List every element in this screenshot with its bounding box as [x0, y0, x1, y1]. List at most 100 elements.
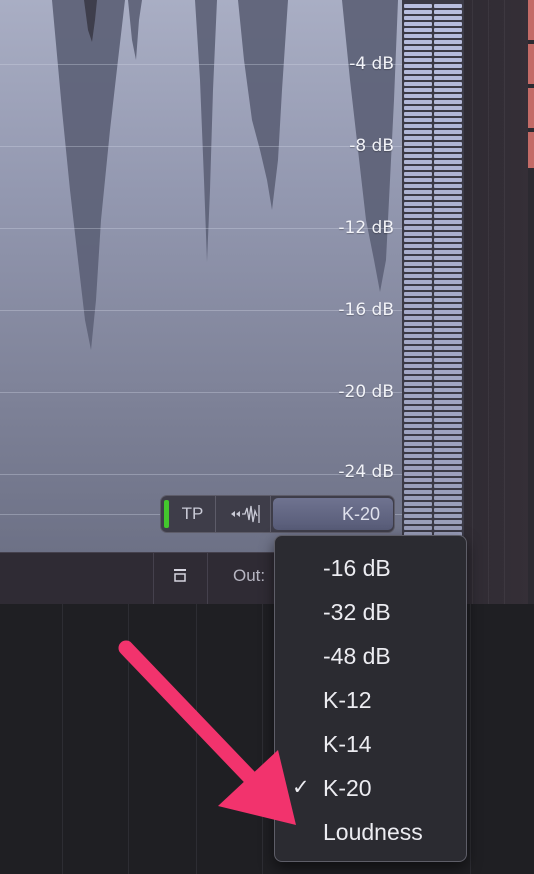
meter-segment	[404, 280, 432, 284]
meter-segment	[404, 454, 432, 458]
meter-segment	[434, 262, 462, 266]
menu-item-48db[interactable]: -48 dB	[275, 635, 468, 675]
meter-segment	[434, 34, 462, 38]
meter-segment	[434, 280, 462, 284]
waveform-button[interactable]	[217, 496, 271, 532]
menu-item-k12[interactable]: K-12	[275, 679, 468, 719]
meter-segment	[404, 328, 432, 332]
meter-segment	[434, 160, 462, 164]
menu-item-k14[interactable]: K-14	[275, 723, 468, 763]
meter-segment	[404, 358, 432, 362]
meter-segment	[404, 370, 432, 374]
meter-mode-bar: TP K-20	[160, 495, 395, 533]
level-meter	[402, 0, 464, 552]
meter-segment	[434, 502, 462, 506]
meter-segment	[434, 88, 462, 92]
menu-item-loudness[interactable]: Loudness	[275, 811, 468, 851]
meter-segment	[434, 166, 462, 170]
menu-item-label: -16 dB	[323, 555, 391, 581]
meter-segment	[434, 316, 462, 320]
menu-item-label: K-20	[323, 775, 372, 801]
panel-toggle-button[interactable]	[172, 568, 188, 584]
meter-segment	[434, 22, 462, 26]
meter-segment	[434, 142, 462, 146]
meter-segment	[434, 82, 462, 86]
meter-segment	[434, 172, 462, 176]
meter-segment	[404, 112, 432, 116]
meter-segment	[434, 130, 462, 134]
meter-segment	[404, 418, 432, 422]
meter-segment	[404, 388, 432, 392]
meter-segment	[404, 82, 432, 86]
meter-segment	[404, 256, 432, 260]
meter-segment	[434, 232, 462, 236]
meter-segment	[434, 310, 462, 314]
meter-segment	[434, 76, 462, 80]
meter-segment	[434, 328, 462, 332]
meter-segment	[404, 262, 432, 266]
meter-scale-dropdown[interactable]: K-20	[273, 498, 393, 530]
meter-segment	[404, 124, 432, 128]
meter-segment	[404, 130, 432, 134]
meter-segment	[434, 370, 462, 374]
meter-segment	[434, 352, 462, 356]
meter-segment	[434, 472, 462, 476]
menu-item-label: Loudness	[323, 819, 423, 845]
meter-segment	[404, 106, 432, 110]
meter-segment	[434, 436, 462, 440]
meter-segment	[404, 448, 432, 452]
meter-segment	[404, 268, 432, 272]
panel-toggle-icon	[174, 569, 186, 582]
meter-segment	[404, 436, 432, 440]
meter-segment	[404, 142, 432, 146]
meter-segment	[404, 514, 432, 518]
meter-segment	[404, 40, 432, 44]
meter-segment	[404, 184, 432, 188]
meter-segment	[404, 316, 432, 320]
meter-segment	[434, 514, 462, 518]
meter-segment	[404, 118, 432, 122]
check-icon: ✓	[292, 776, 310, 799]
meter-segment	[404, 64, 432, 68]
meter-segment	[434, 292, 462, 296]
meter-segment	[404, 286, 432, 290]
meter-segment	[404, 334, 432, 338]
meter-segment	[404, 10, 432, 14]
meter-segment	[434, 220, 462, 224]
menu-item-16db[interactable]: -16 dB	[275, 547, 468, 587]
meter-segment	[404, 136, 432, 140]
meter-segment	[404, 496, 432, 500]
meter-segment	[404, 244, 432, 248]
meter-segment	[434, 58, 462, 62]
meter-scale-menu: -16 dB -32 dB -48 dB K-12 K-14 ✓ K-20 Lo…	[274, 535, 467, 862]
meter-segment	[404, 16, 432, 20]
true-peak-led	[164, 500, 169, 528]
meter-segment	[434, 454, 462, 458]
meter-segment	[404, 292, 432, 296]
meter-segment	[434, 382, 462, 386]
scale-label: -12 dB	[338, 218, 394, 238]
output-label: Out:	[233, 566, 266, 585]
meter-segment	[404, 166, 432, 170]
meter-segment	[404, 214, 432, 218]
meter-segment	[404, 508, 432, 512]
meter-segment	[434, 16, 462, 20]
meter-segment	[434, 10, 462, 14]
meter-segment	[434, 64, 462, 68]
meter-segment	[404, 520, 432, 524]
meter-segment	[404, 46, 432, 50]
meter-segment	[404, 346, 432, 350]
meter-segment	[434, 238, 462, 242]
menu-item-32db[interactable]: -32 dB	[275, 591, 468, 631]
menu-item-k20[interactable]: ✓ K-20	[275, 767, 468, 807]
meter-segment	[434, 190, 462, 194]
meter-segment	[404, 196, 432, 200]
meter-segment	[434, 268, 462, 272]
meter-segment	[434, 448, 462, 452]
meter-segment	[434, 424, 462, 428]
meter-segment	[434, 340, 462, 344]
true-peak-button[interactable]: TP	[170, 496, 216, 532]
scale-label: -4 dB	[349, 54, 394, 74]
meter-segment	[404, 298, 432, 302]
meter-segment	[404, 70, 432, 74]
